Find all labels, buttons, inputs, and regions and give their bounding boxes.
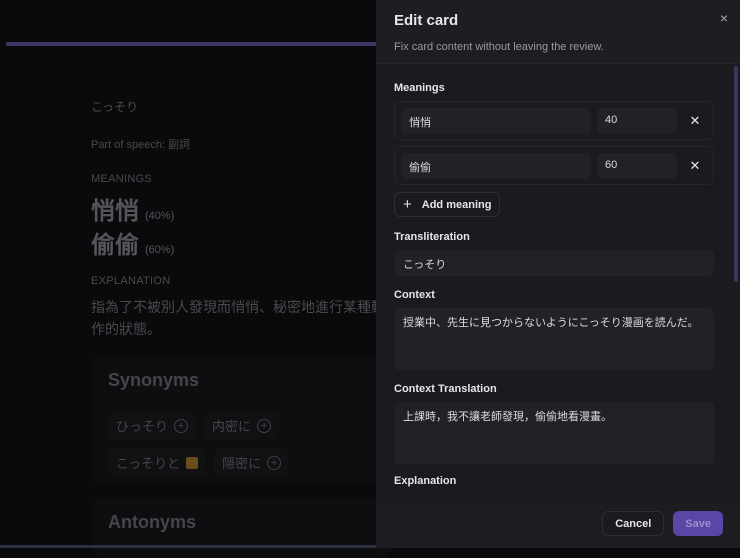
- explanation-label: Explanation: [394, 475, 457, 487]
- transliteration-input[interactable]: こっそり: [394, 250, 714, 276]
- meaning-weight-input[interactable]: 60: [597, 152, 677, 179]
- explanation-heading: EXPLANATION: [91, 275, 171, 287]
- context-translation-field: Context Translation 上課時，我不讓老師發現，偷偷地看漫畫。: [394, 383, 714, 464]
- plus-circle-icon[interactable]: +: [257, 418, 272, 433]
- meanings-label: Meanings: [394, 82, 445, 94]
- explanation-field: Explanation: [394, 475, 714, 488]
- card-word: こっそり: [91, 100, 139, 114]
- meaning-pct: (60%): [145, 244, 175, 256]
- meaning-text: 悄悄: [91, 198, 139, 225]
- meaning-text: 偷偷: [91, 232, 139, 259]
- drawer-body: Meanings 悄悄 40 ✕ 偷偷 60 ✕ + Add meaning Tr…: [376, 64, 740, 502]
- drawer-header: Edit card Fix card content without leavi…: [376, 0, 740, 64]
- drawer-title: Edit card: [394, 12, 459, 29]
- meaning-item: 悄悄 (40%): [91, 191, 174, 226]
- synonym-text: ひっそり: [116, 419, 169, 434]
- meaning-text-input[interactable]: 偷偷: [401, 152, 591, 179]
- meaning-text-input[interactable]: 悄悄: [401, 107, 591, 134]
- meaning-weight-input[interactable]: 40: [597, 107, 677, 134]
- synonym-text: 隠密に: [222, 456, 262, 471]
- synonym-text: 内密に: [212, 419, 252, 434]
- drawer-scrollbar[interactable]: [734, 66, 738, 282]
- drawer-footer: Cancel Save: [376, 502, 740, 548]
- meaning-pct: (40%): [145, 210, 175, 222]
- meanings-heading: MEANINGS: [91, 173, 153, 185]
- context-translation-label: Context Translation: [394, 383, 497, 395]
- progress-fill: [6, 42, 378, 46]
- transliteration-field: Transliteration こっそり: [394, 231, 714, 276]
- synonym-chip[interactable]: 隠密に +: [214, 448, 290, 477]
- edit-card-drawer: Edit card Fix card content without leavi…: [376, 0, 740, 548]
- synonym-text: こっそりと: [116, 456, 181, 471]
- synonym-chip[interactable]: ひっそり +: [108, 411, 197, 440]
- add-meaning-button[interactable]: + Add meaning: [394, 192, 501, 217]
- context-translation-textarea[interactable]: 上課時，我不讓老師發現，偷偷地看漫畫。: [394, 402, 714, 464]
- antonyms-card: Antonyms: [92, 498, 392, 558]
- add-meaning-label: Add meaning: [421, 198, 492, 211]
- check-icon: [186, 456, 199, 469]
- meaning-row: 偷偷 60 ✕: [394, 146, 714, 185]
- remove-meaning-icon[interactable]: ✕: [683, 158, 707, 174]
- antonyms-title: Antonyms: [108, 512, 197, 532]
- meaning-row: 悄悄 40 ✕: [394, 101, 714, 140]
- explanation-text: 指為了不被別人發現而悄悄、秘密地進行某種動作的狀態。: [91, 299, 385, 337]
- synonyms-title: Synonyms: [108, 370, 200, 390]
- remove-meaning-icon[interactable]: ✕: [683, 113, 707, 129]
- context-label: Context: [394, 289, 435, 301]
- context-field: Context 授業中、先生に見つからないようにこっそり漫画を読んだ。: [394, 289, 714, 370]
- close-icon[interactable]: ×: [720, 10, 728, 26]
- synonyms-card: Synonyms ひっそり + 内密に + こっそりと 隠密に +: [92, 356, 392, 484]
- meaning-item: 偷偷 (60%): [91, 225, 174, 260]
- drawer-subtitle: Fix card content without leaving the rev…: [394, 41, 604, 53]
- synonym-chip[interactable]: こっそりと: [108, 448, 207, 477]
- transliteration-label: Transliteration: [394, 231, 470, 243]
- save-button[interactable]: Save: [673, 511, 723, 536]
- plus-icon: +: [403, 196, 412, 213]
- synonym-chip[interactable]: 内密に +: [204, 411, 280, 440]
- part-of-speech: Part of speech: 副詞: [91, 139, 191, 151]
- context-textarea[interactable]: 授業中、先生に見つからないようにこっそり漫画を読んだ。: [394, 308, 714, 370]
- plus-circle-icon[interactable]: +: [267, 455, 282, 470]
- cancel-button[interactable]: Cancel: [602, 511, 665, 536]
- plus-circle-icon[interactable]: +: [174, 418, 189, 433]
